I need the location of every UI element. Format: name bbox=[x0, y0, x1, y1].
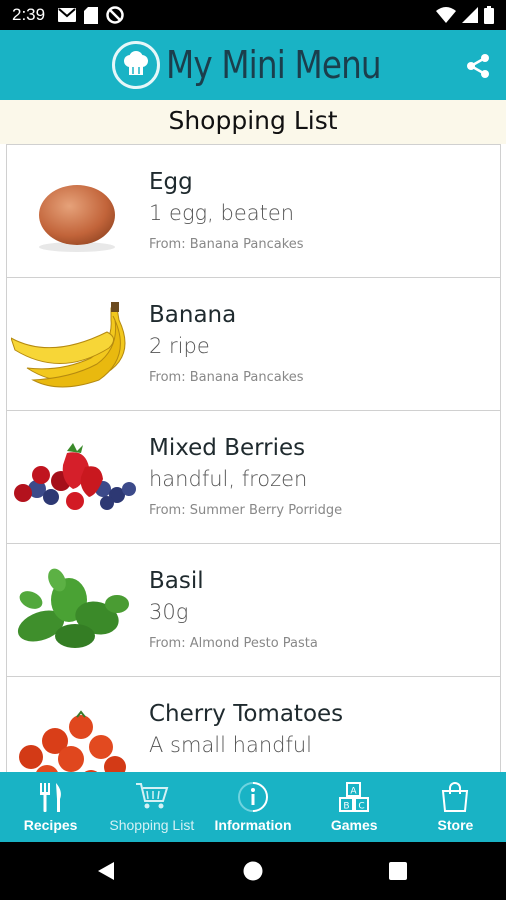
page-header: Shopping List bbox=[0, 100, 506, 144]
signal-icon bbox=[462, 7, 478, 23]
item-quantity: 1 egg, beaten bbox=[149, 201, 295, 225]
dnd-icon bbox=[106, 6, 124, 24]
nav-label: Information bbox=[214, 817, 292, 833]
basil-image bbox=[17, 568, 129, 648]
nav-information[interactable]: Information bbox=[202, 772, 303, 842]
recents-icon[interactable] bbox=[389, 862, 407, 880]
system-status-icons bbox=[436, 6, 494, 24]
list-item[interactable]: Egg 1 egg, beaten From: Banana Pancakes bbox=[7, 144, 500, 277]
item-source-recipe: From: Banana Pancakes bbox=[149, 370, 304, 385]
shopping-list[interactable]: Egg 1 egg, beaten From: Banana Pancakes … bbox=[6, 144, 501, 772]
nav-recipes[interactable]: Recipes bbox=[0, 772, 101, 842]
item-name: Banana bbox=[149, 302, 237, 328]
app-logo: My Mini Menu bbox=[112, 36, 416, 94]
item-source-recipe: From: Banana Pancakes bbox=[149, 237, 304, 252]
blocks-icon: A B C bbox=[339, 782, 370, 812]
share-icon[interactable] bbox=[464, 52, 492, 80]
item-quantity: A small handful bbox=[149, 733, 313, 757]
nav-label: Recipes bbox=[23, 817, 78, 833]
status-bar: 2:39 bbox=[0, 0, 506, 30]
item-name: Basil bbox=[149, 568, 204, 594]
bag-icon bbox=[442, 782, 469, 812]
item-source-recipe: From: Almond Pesto Pasta bbox=[149, 636, 318, 651]
list-item[interactable]: Basil 30g From: Almond Pesto Pasta bbox=[7, 543, 500, 676]
egg-image bbox=[39, 185, 115, 252]
bottom-nav: Recipes Shopping List Information A B C … bbox=[0, 772, 506, 842]
item-source-recipe: From: Summer Berry Porridge bbox=[149, 503, 343, 518]
app-title: My Mini Menu bbox=[166, 43, 382, 87]
status-time: 2:39 bbox=[12, 5, 46, 24]
item-quantity: 30g bbox=[149, 600, 189, 624]
svg-text:C: C bbox=[359, 802, 365, 812]
page-title: Shopping List bbox=[168, 106, 338, 135]
berries-image bbox=[14, 443, 136, 510]
notification-icons bbox=[58, 6, 124, 24]
nav-shopping-list[interactable]: Shopping List bbox=[101, 772, 202, 842]
list-item[interactable]: Mixed Berries handful, frozen From: Summ… bbox=[7, 410, 500, 543]
gmail-icon bbox=[58, 8, 76, 22]
cherry-tomatoes-image bbox=[19, 710, 126, 772]
list-item[interactable]: Banana 2 ripe From: Banana Pancakes bbox=[7, 277, 500, 410]
item-quantity: handful, frozen bbox=[149, 467, 308, 491]
nav-games[interactable]: A B C Games bbox=[304, 772, 405, 842]
wifi-icon bbox=[436, 7, 456, 23]
fork-knife-icon bbox=[39, 783, 61, 812]
system-nav-bar bbox=[0, 842, 506, 900]
sd-card-icon bbox=[84, 6, 98, 24]
item-name: Mixed Berries bbox=[149, 435, 306, 461]
svg-text:B: B bbox=[344, 802, 350, 812]
banana-image bbox=[11, 302, 126, 388]
chef-hat-icon bbox=[112, 41, 160, 89]
nav-store[interactable]: Store bbox=[405, 772, 506, 842]
nav-label: Store bbox=[437, 817, 474, 833]
nav-label: Shopping List bbox=[109, 817, 195, 833]
list-item[interactable]: Cherry Tomatoes A small handful bbox=[7, 676, 500, 772]
home-icon[interactable] bbox=[243, 861, 263, 881]
info-icon bbox=[238, 782, 268, 812]
cart-icon bbox=[135, 783, 169, 809]
item-name: Cherry Tomatoes bbox=[149, 701, 344, 727]
battery-icon bbox=[484, 6, 494, 24]
item-quantity: 2 ripe bbox=[149, 334, 210, 358]
svg-text:A: A bbox=[351, 787, 358, 797]
item-name: Egg bbox=[149, 169, 193, 195]
back-icon[interactable] bbox=[96, 861, 116, 881]
app-bar: My Mini Menu bbox=[0, 30, 506, 100]
nav-label: Games bbox=[330, 817, 378, 833]
